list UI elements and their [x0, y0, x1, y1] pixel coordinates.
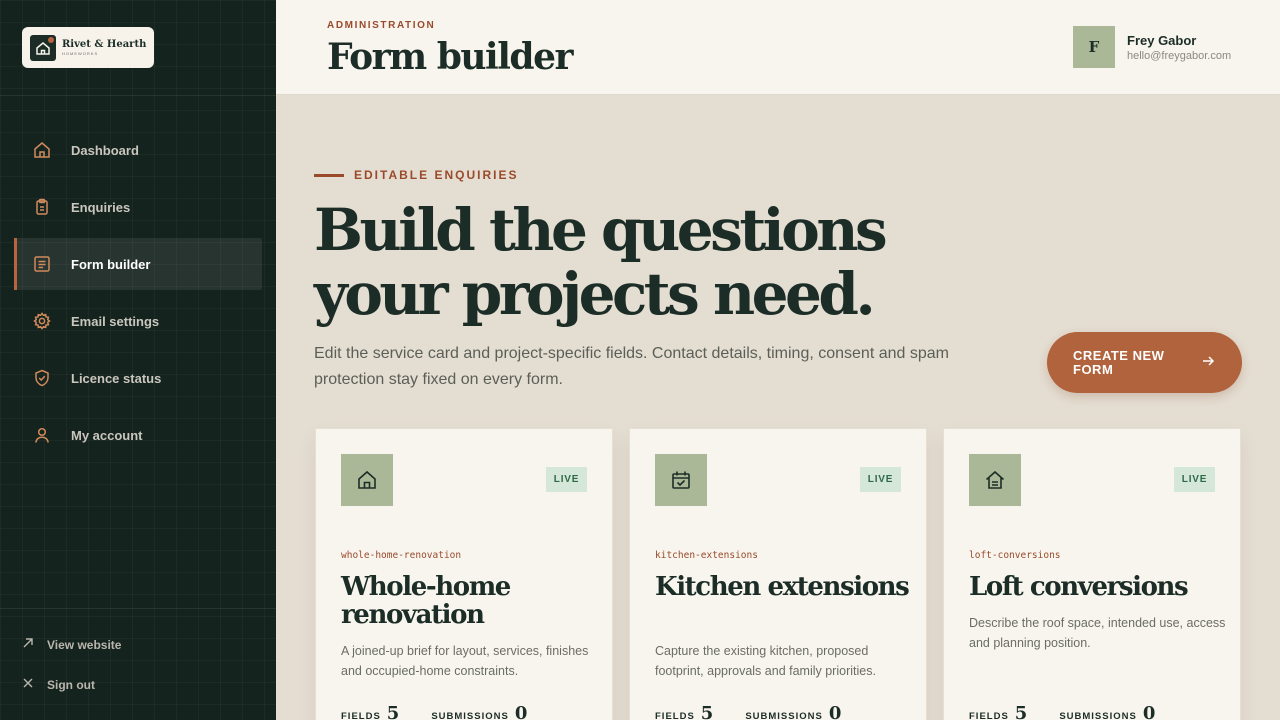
- logo-house-icon: [30, 34, 56, 61]
- form-title: Kitchen extensions: [655, 572, 910, 602]
- user-email: hello@freygabor.com: [1127, 49, 1232, 62]
- home-icon: [32, 140, 52, 160]
- sidebar: Rivet & Hearth HOMEWORKS Dashboard Enqui…: [0, 0, 276, 720]
- form-description: Capture the existing kitchen, proposed f…: [655, 644, 876, 678]
- sidebar-nav: Dashboard Enquiries Form builder Email s…: [14, 124, 262, 466]
- fields-count: 5: [1014, 703, 1028, 720]
- sidebar-item-email-settings[interactable]: Email settings: [14, 295, 262, 347]
- form-stats: FIELDS 5 SUBMISSIONS 0: [655, 703, 867, 720]
- form-card[interactable]: LIVE kitchen-extensions Kitchen extensio…: [629, 428, 927, 720]
- gear-icon: [32, 311, 52, 331]
- form-title: Loft conversions: [969, 572, 1189, 602]
- arrow-right-icon: [1201, 354, 1215, 371]
- sidebar-item-licence-status[interactable]: Licence status: [14, 352, 262, 404]
- sidebar-item-label: Form builder: [71, 256, 151, 272]
- close-icon: [22, 677, 34, 692]
- sidebar-item-my-account[interactable]: My account: [14, 409, 262, 461]
- submissions-label: SUBMISSIONS: [431, 711, 509, 720]
- shield-check-icon: [32, 368, 52, 388]
- create-new-form-label: CREATE NEW FORM: [1073, 347, 1165, 377]
- sidebar-item-form-builder[interactable]: Form builder: [14, 238, 262, 290]
- form-stats: FIELDS 5 SUBMISSIONS 0: [969, 703, 1181, 720]
- sidebar-item-label: My account: [71, 427, 143, 443]
- hero-headline: Build the questions your projects need.: [314, 198, 1014, 326]
- sidebar-item-label: Email settings: [71, 313, 160, 329]
- sidebar-item-label: Enquiries: [71, 199, 131, 215]
- form-card[interactable]: LIVE loft-conversions Loft conversions D…: [943, 428, 1241, 720]
- user-icon: [32, 425, 52, 445]
- fields-count: 5: [386, 703, 400, 720]
- sidebar-item-dashboard[interactable]: Dashboard: [14, 124, 262, 176]
- submissions-label: SUBMISSIONS: [745, 711, 823, 720]
- form-icon: [32, 254, 52, 274]
- form-title: Whole-home renovation: [341, 572, 511, 630]
- clipboard-icon: [32, 197, 52, 217]
- top-header: ADMINISTRATION Form builder F Frey Gabor…: [276, 0, 1280, 95]
- section-eyebrow: EDITABLE ENQUIRIES: [314, 168, 518, 182]
- eyebrow-rule: [314, 173, 344, 177]
- form-stats: FIELDS 5 SUBMISSIONS 0: [341, 703, 553, 720]
- arrow-up-right-icon: [22, 637, 34, 652]
- fields-count: 5: [700, 703, 714, 720]
- fields-label: FIELDS: [341, 711, 381, 720]
- submissions-label: SUBMISSIONS: [1059, 711, 1137, 720]
- home-icon: [341, 454, 393, 506]
- page-title: Form builder: [327, 36, 573, 78]
- brand-logo[interactable]: Rivet & Hearth HOMEWORKS: [22, 27, 154, 68]
- avatar: F: [1073, 26, 1115, 68]
- sidebar-item-enquiries[interactable]: Enquiries: [14, 181, 262, 233]
- calendar-check-icon: [655, 454, 707, 506]
- brand-name: Rivet & Hearth: [62, 39, 147, 50]
- header-eyebrow: ADMINISTRATION: [327, 20, 436, 31]
- form-slug: whole-home-renovation: [341, 550, 462, 561]
- view-website-link[interactable]: View website: [22, 637, 121, 652]
- sidebar-footer: View website Sign out: [0, 608, 276, 720]
- fields-label: FIELDS: [969, 711, 1009, 720]
- status-badge: LIVE: [860, 467, 901, 492]
- form-card-list: LIVE whole-home-renovation Whole-home re…: [315, 428, 1241, 720]
- section-eyebrow-label: EDITABLE ENQUIRIES: [354, 168, 519, 182]
- sign-out-label: Sign out: [47, 677, 95, 692]
- form-slug: loft-conversions: [969, 550, 1061, 561]
- loft-house-icon: [969, 454, 1021, 506]
- hero-headline-line-2: your projects need.: [314, 260, 876, 328]
- brand-subtitle: HOMEWORKS: [62, 51, 99, 56]
- sidebar-item-label: Licence status: [71, 370, 162, 386]
- submissions-count: 0: [1142, 703, 1156, 720]
- user-menu[interactable]: F Frey Gabor hello@freygabor.com: [1073, 26, 1231, 68]
- status-badge: LIVE: [1174, 467, 1215, 492]
- submissions-count: 0: [514, 703, 528, 720]
- form-description: Describe the roof space, intended use, a…: [969, 616, 1226, 650]
- user-name: Frey Gabor: [1127, 32, 1197, 48]
- hero-description: Edit the service card and project-specif…: [314, 345, 949, 388]
- status-badge: LIVE: [546, 467, 587, 492]
- create-new-form-button[interactable]: CREATE NEW FORM: [1047, 332, 1242, 393]
- form-description: A joined-up brief for layout, services, …: [341, 644, 589, 678]
- form-card[interactable]: LIVE whole-home-renovation Whole-home re…: [315, 428, 613, 720]
- hero-headline-line-1: Build the questions: [314, 196, 888, 264]
- submissions-count: 0: [828, 703, 842, 720]
- fields-label: FIELDS: [655, 711, 695, 720]
- sidebar-item-label: Dashboard: [71, 142, 139, 158]
- sign-out-link[interactable]: Sign out: [22, 677, 95, 692]
- form-slug: kitchen-extensions: [655, 550, 758, 561]
- brand-area: Rivet & Hearth HOMEWORKS: [0, 0, 276, 96]
- view-website-label: View website: [47, 637, 122, 652]
